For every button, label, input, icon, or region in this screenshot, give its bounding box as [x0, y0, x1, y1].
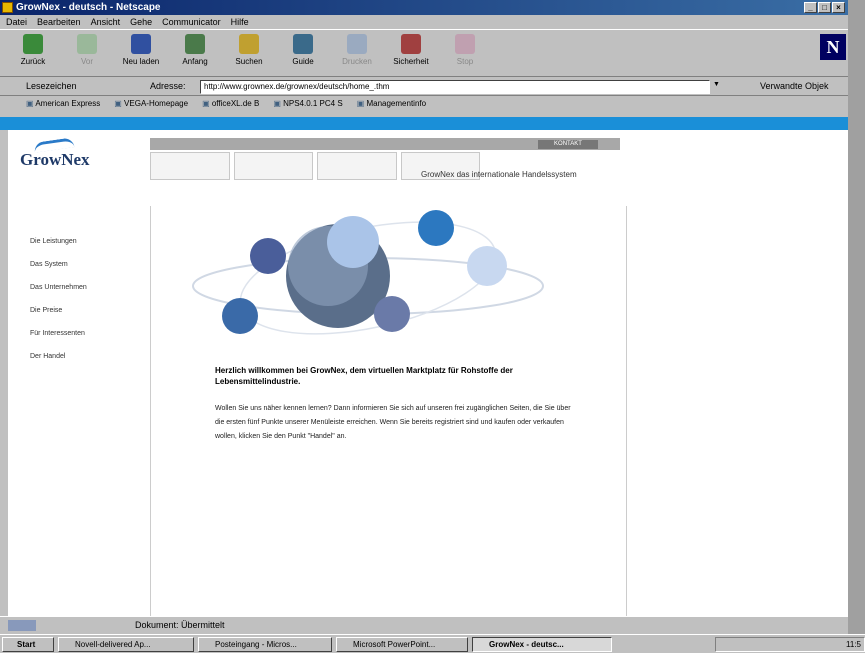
guide-icon: [293, 34, 313, 54]
chevron-down-icon[interactable]: ▼: [713, 81, 720, 88]
reload-button[interactable]: Neu laden: [116, 34, 166, 66]
bookmarks-button[interactable]: Lesezeichen: [26, 81, 77, 91]
start-button[interactable]: Start: [2, 637, 54, 652]
nav-interessenten[interactable]: Für Interessenten: [30, 330, 87, 353]
stop-icon: [455, 34, 475, 54]
tagline: GrowNex das internationale Handelssystem: [421, 170, 577, 179]
related-button[interactable]: Verwandte Objek: [760, 81, 829, 91]
stop-button[interactable]: Stop: [440, 34, 490, 66]
divider: [626, 206, 627, 616]
menu-gehe[interactable]: Gehe: [130, 15, 152, 29]
navigation-toolbar: Zurück Vor Neu laden Anfang Suchen Guide…: [0, 29, 848, 77]
status-text: Dokument: Übermittelt: [135, 620, 225, 630]
guide-button[interactable]: Guide: [278, 34, 328, 66]
browser-window: GrowNex - deutsch - Netscape _ □ × Datei…: [0, 0, 848, 653]
print-button[interactable]: Drucken: [332, 34, 382, 66]
bookmark-vega-homepage[interactable]: VEGA-Homepage: [114, 96, 188, 111]
back-button[interactable]: Zurück: [8, 34, 58, 66]
search-icon: [239, 34, 259, 54]
bookmark-nps[interactable]: NPS4.0.1 PC4 S: [273, 96, 343, 111]
divider: [150, 206, 151, 616]
menu-ansicht[interactable]: Ansicht: [91, 15, 121, 29]
maximize-button[interactable]: □: [818, 2, 831, 13]
tab-image[interactable]: [233, 152, 313, 180]
minimize-button[interactable]: _: [804, 2, 817, 13]
page-content: GrowNex KONTAKT GrowNex das internationa…: [8, 130, 848, 616]
printer-icon: [347, 34, 367, 54]
home-icon: [185, 34, 205, 54]
status-bar: Dokument: Übermittelt: [0, 616, 848, 633]
system-tray: 11:5: [715, 637, 865, 652]
task-netscape[interactable]: GrowNex - deutsc...: [472, 637, 612, 652]
bookmark-managementinfo[interactable]: Managementinfo: [357, 96, 426, 111]
tab-image[interactable]: [150, 152, 230, 180]
task-powerpoint[interactable]: Microsoft PowerPoint...: [336, 637, 468, 652]
title-bar: GrowNex - deutsch - Netscape _ □ ×: [0, 0, 848, 15]
nav-unternehmen[interactable]: Das Unternehmen: [30, 284, 87, 307]
search-button[interactable]: Suchen: [224, 34, 274, 66]
nav-preise[interactable]: Die Preise: [30, 307, 87, 330]
menu-bar: Datei Bearbeiten Ansicht Gehe Communicat…: [0, 15, 848, 29]
location-bar: Lesezeichen Adresse: http://www.grownex.…: [0, 78, 848, 96]
menu-datei[interactable]: Datei: [6, 15, 27, 29]
nav-system[interactable]: Das System: [30, 261, 87, 284]
tab-image[interactable]: [317, 152, 397, 180]
taskbar: Start Novell-delivered Ap... Posteingang…: [0, 634, 865, 653]
home-button[interactable]: Anfang: [170, 34, 220, 66]
nav-leistungen[interactable]: Die Leistungen: [30, 238, 87, 261]
kontakt-button[interactable]: KONTAKT: [538, 140, 598, 149]
task-outlook[interactable]: Posteingang - Micros...: [198, 637, 332, 652]
connection-icon: [8, 620, 36, 631]
forward-arrow-icon: [77, 34, 97, 54]
clock[interactable]: 11:5: [846, 640, 861, 649]
welcome-heading: Herzlich willkommen bei GrowNex, dem vir…: [215, 366, 513, 386]
personal-toolbar: American Express VEGA-Homepage officeXL.…: [0, 96, 848, 111]
netscape-logo[interactable]: N: [820, 34, 846, 60]
menu-communicator[interactable]: Communicator: [162, 15, 221, 29]
bookmark-american-express[interactable]: American Express: [26, 96, 100, 111]
bookmark-officexl[interactable]: officeXL.de B: [202, 96, 259, 111]
reload-icon: [131, 34, 151, 54]
menu-bearbeiten[interactable]: Bearbeiten: [37, 15, 81, 29]
site-nav: Die Leistungen Das System Das Unternehme…: [30, 238, 87, 376]
header-band: [0, 117, 848, 130]
grownex-logo[interactable]: GrowNex: [20, 137, 90, 170]
forward-button[interactable]: Vor: [62, 34, 112, 66]
netscape-icon: [2, 2, 13, 13]
url-field[interactable]: http://www.grownex.de/grownex/deutsch/ho…: [200, 80, 710, 94]
lock-icon: [401, 34, 421, 54]
security-button[interactable]: Sicherheit: [386, 34, 436, 66]
back-arrow-icon: [23, 34, 43, 54]
office-shortcut-bar[interactable]: [848, 0, 865, 634]
globe-illustration: [192, 210, 544, 335]
nav-handel[interactable]: Der Handel: [30, 353, 87, 376]
close-button[interactable]: ×: [832, 2, 845, 13]
welcome-body: Wollen Sie uns näher kennen lernen? Dann…: [215, 405, 571, 440]
address-label: Adresse:: [150, 81, 186, 91]
task-novell[interactable]: Novell-delivered Ap...: [58, 637, 194, 652]
window-title: GrowNex - deutsch - Netscape: [16, 2, 161, 13]
menu-hilfe[interactable]: Hilfe: [231, 15, 249, 29]
